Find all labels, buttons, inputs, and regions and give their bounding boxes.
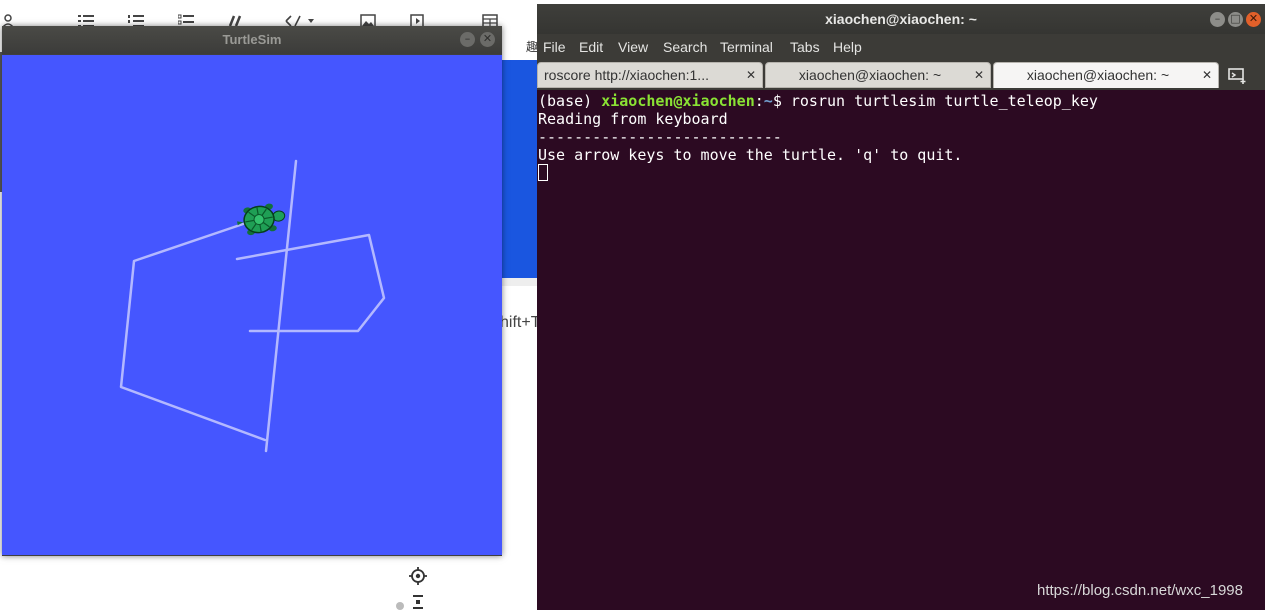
prompt-path: ~ bbox=[763, 92, 773, 110]
turtle-path-loop bbox=[235, 233, 386, 333]
desktop: 趣 hift+T TurtleSim – ✕ xiaochen@xiaochen… bbox=[0, 0, 1265, 610]
background-shortcut-text: hift+T bbox=[500, 314, 540, 331]
prompt-user-host: xiaochen@xiaochen bbox=[601, 92, 755, 110]
output-line: Use arrow keys to move the turtle. 'q' t… bbox=[538, 146, 963, 164]
menu-tabs[interactable]: Tabs bbox=[790, 34, 820, 60]
output-line: --------------------------- bbox=[538, 128, 782, 146]
tab-roscore[interactable]: roscore http://xiaochen:1... ✕ bbox=[537, 62, 763, 88]
background-divider bbox=[500, 278, 540, 286]
background-blue-panel bbox=[500, 60, 540, 278]
terminal-window: xiaochen@xiaochen: ~ – □ ✕ File Edit Vie… bbox=[537, 4, 1265, 610]
menu-view[interactable]: View bbox=[618, 34, 648, 60]
tab-close-icon[interactable]: ✕ bbox=[1202, 63, 1212, 87]
background-scroll-dot bbox=[396, 602, 404, 610]
terminal-title: xiaochen@xiaochen: ~ bbox=[825, 11, 977, 27]
terminal-menubar: File Edit View Search Terminal Tabs Help bbox=[537, 34, 1265, 60]
prompt-separator: : bbox=[754, 92, 764, 110]
turtlesim-title: TurtleSim bbox=[222, 32, 282, 47]
tab-close-icon[interactable]: ✕ bbox=[746, 63, 756, 87]
menu-edit[interactable]: Edit bbox=[579, 34, 603, 60]
tab-label: xiaochen@xiaochen: ~ bbox=[798, 67, 942, 83]
prompt-env: (base) bbox=[538, 92, 602, 110]
turtlesim-minimize-button[interactable]: – bbox=[460, 32, 475, 47]
text-cursor bbox=[538, 164, 548, 181]
prompt-line: (base) xiaochen@xiaochen:~$ rosrun turtl… bbox=[538, 92, 1265, 110]
menu-file[interactable]: File bbox=[543, 34, 566, 60]
prompt-command: rosrun turtlesim turtle_teleop_key bbox=[790, 92, 1098, 110]
turtlesim-titlebar[interactable]: TurtleSim – ✕ bbox=[2, 26, 502, 54]
prompt-symbol: $ bbox=[772, 92, 791, 110]
tab-label: xiaochen@xiaochen: ~ bbox=[1026, 67, 1170, 83]
terminal-tab-bar: roscore http://xiaochen:1... ✕ xiaochen@… bbox=[537, 60, 1265, 90]
turtlesim-window: TurtleSim – ✕ bbox=[2, 26, 502, 556]
tab-xiaochen-1[interactable]: xiaochen@xiaochen: ~ ✕ bbox=[765, 62, 991, 88]
tab-label: roscore http://xiaochen:1... bbox=[544, 67, 709, 83]
turtle-path-left bbox=[119, 221, 267, 442]
menu-search[interactable]: Search bbox=[663, 34, 707, 60]
locate-icon[interactable] bbox=[408, 566, 428, 586]
turtle-drawing bbox=[119, 159, 386, 453]
turtlesim-canvas bbox=[2, 55, 502, 555]
terminal-titlebar[interactable]: xiaochen@xiaochen: ~ – □ ✕ bbox=[537, 4, 1265, 34]
new-tab-icon[interactable] bbox=[1226, 65, 1248, 85]
cursor-line bbox=[538, 164, 1265, 182]
terminal-close-button[interactable]: ✕ bbox=[1246, 12, 1261, 27]
watermark: https://blog.csdn.net/wxc_1998 bbox=[1037, 582, 1243, 599]
turtlesim-close-button[interactable]: ✕ bbox=[480, 32, 495, 47]
tab-close-icon[interactable]: ✕ bbox=[974, 63, 984, 87]
menu-help[interactable]: Help bbox=[833, 34, 862, 60]
terminal-output[interactable]: (base) xiaochen@xiaochen:~$ rosrun turtl… bbox=[537, 90, 1265, 610]
menu-terminal[interactable]: Terminal bbox=[720, 34, 773, 60]
terminal-maximize-button[interactable]: □ bbox=[1228, 12, 1243, 27]
turtle-sprite bbox=[237, 203, 286, 236]
terminal-minimize-button[interactable]: – bbox=[1210, 12, 1225, 27]
tab-xiaochen-2[interactable]: xiaochen@xiaochen: ~ ✕ bbox=[993, 62, 1219, 88]
move-icon[interactable] bbox=[408, 594, 428, 610]
output-line: Reading from keyboard bbox=[538, 110, 728, 128]
